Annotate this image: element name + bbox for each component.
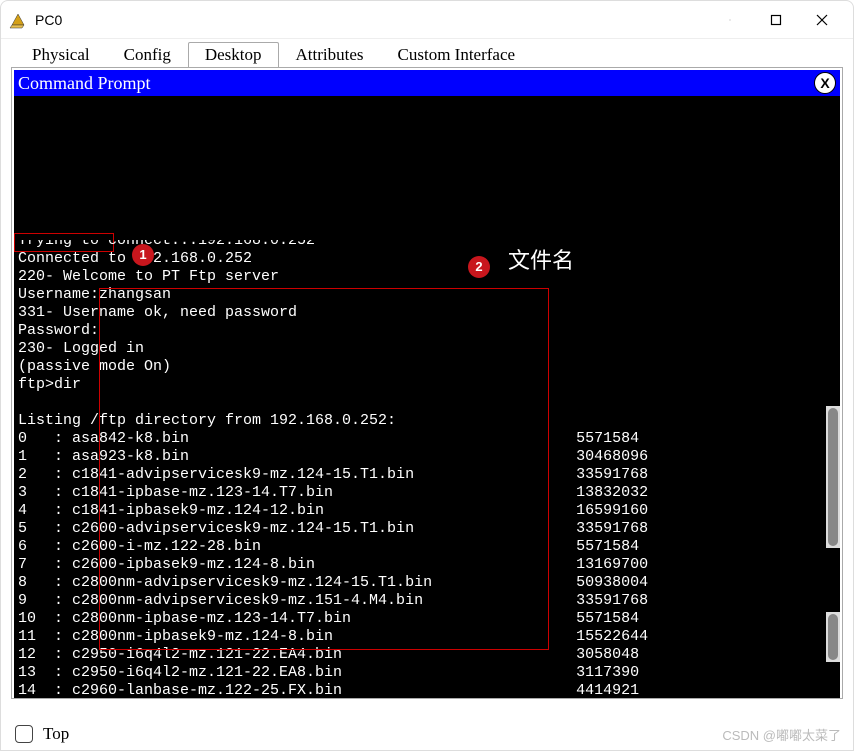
terminal-line: Trying to connect...192.168.0.252: [18, 240, 836, 250]
tab-custom-interface[interactable]: Custom Interface: [381, 42, 533, 68]
terminal-line: Password:: [18, 322, 836, 340]
tabbar: PhysicalConfigDesktopAttributesCustom In…: [1, 39, 853, 67]
terminal-line: Username:zhangsan: [18, 286, 836, 304]
file-row: 14 : c2960-lanbase-mz.122-25.FX.bin 4414…: [18, 682, 836, 698]
file-row: 12 : c2950-i6q4l2-mz.121-22.EA4.bin 3058…: [18, 646, 836, 664]
terminal-line: 331- Username ok, need password: [18, 304, 836, 322]
tab-physical[interactable]: Physical: [15, 42, 107, 68]
file-row: 4 : c1841-ipbasek9-mz.124-12.bin 1659916…: [18, 502, 836, 520]
panel-close-button[interactable]: X: [814, 72, 836, 94]
titlebar: PC0: [1, 1, 853, 39]
file-row: 9 : c2800nm-advipservicesk9-mz.151-4.M4.…: [18, 592, 836, 610]
close-button[interactable]: [799, 1, 845, 38]
panel-scrollbar-2[interactable]: [826, 612, 840, 662]
top-label: Top: [43, 724, 69, 744]
tab-config[interactable]: Config: [107, 42, 188, 68]
app-icon: [9, 11, 27, 29]
file-row: 11 : c2800nm-ipbasek9-mz.124-8.bin 15522…: [18, 628, 836, 646]
file-row: 13 : c2950-i6q4l2-mz.121-22.EA8.bin 3117…: [18, 664, 836, 682]
terminal-line: (passive mode On): [18, 358, 836, 376]
app-window: PC0 PhysicalConfigDesktopAttributesCusto…: [0, 0, 854, 751]
tab-desktop[interactable]: Desktop: [188, 42, 279, 68]
terminal-line: [18, 394, 836, 412]
panel-title: Command Prompt: [18, 73, 151, 94]
panel-scrollbar[interactable]: [826, 406, 840, 548]
file-row: 0 : asa842-k8.bin 5571584: [18, 430, 836, 448]
footer: Top: [15, 724, 69, 744]
maximize-button[interactable]: [753, 1, 799, 38]
window-title: PC0: [35, 12, 707, 28]
file-row: 1 : asa923-k8.bin 30468096: [18, 448, 836, 466]
terminal-line: ftp>dir: [18, 376, 836, 394]
annotation-badge-2: 2: [468, 256, 490, 278]
file-row: 10 : c2800nm-ipbase-mz.123-14.T7.bin 557…: [18, 610, 836, 628]
desktop-panel: Command Prompt X 1 2 文件名 Trying to conne…: [11, 67, 843, 699]
terminal-line: Listing /ftp directory from 192.168.0.25…: [18, 412, 836, 430]
command-prompt-titlebar: Command Prompt X: [14, 70, 840, 96]
terminal[interactable]: 1 2 文件名 Trying to connect...192.168.0.25…: [14, 96, 840, 698]
file-row: 8 : c2800nm-advipservicesk9-mz.124-15.T1…: [18, 574, 836, 592]
file-row: 5 : c2600-advipservicesk9-mz.124-15.T1.b…: [18, 520, 836, 538]
watermark: CSDN @嘟嘟太菜了: [722, 725, 841, 744]
file-row: 2 : c1841-advipservicesk9-mz.124-15.T1.b…: [18, 466, 836, 484]
annotation-label-filename: 文件名: [508, 252, 574, 270]
minimize-button[interactable]: [707, 1, 753, 38]
file-row: 6 : c2600-i-mz.122-28.bin 5571584: [18, 538, 836, 556]
tab-attributes[interactable]: Attributes: [279, 42, 381, 68]
file-row: 7 : c2600-ipbasek9-mz.124-8.bin 13169700: [18, 556, 836, 574]
top-checkbox[interactable]: [15, 725, 33, 743]
file-row: 3 : c1841-ipbase-mz.123-14.T7.bin 138320…: [18, 484, 836, 502]
terminal-line: 220- Welcome to PT Ftp server: [18, 268, 836, 286]
terminal-line: 230- Logged in: [18, 340, 836, 358]
